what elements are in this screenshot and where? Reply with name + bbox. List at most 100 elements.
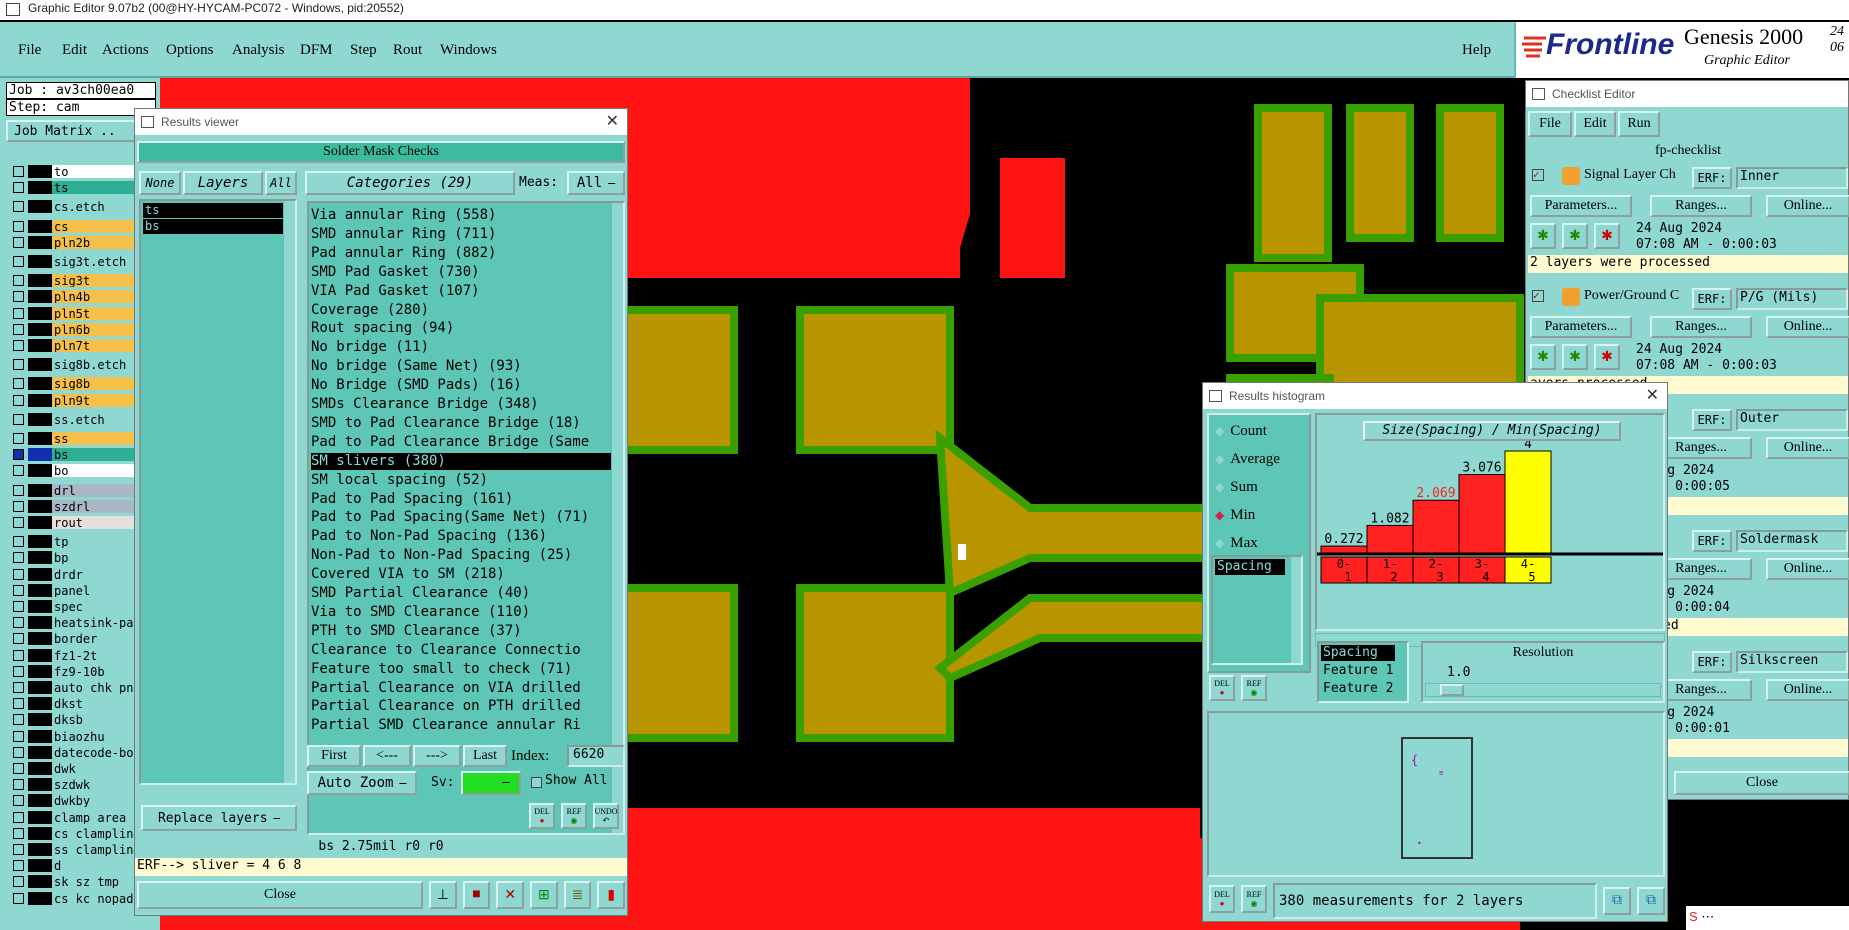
layer-affected-indicator[interactable]	[28, 393, 52, 407]
layer-row-sig8b[interactable]: sig8b	[8, 376, 136, 391]
layer-row-fz9-10b[interactable]: fz9-10b	[8, 664, 136, 679]
layer-row-sig3t[interactable]: sig3t	[8, 273, 136, 288]
close-icon[interactable]: ✕	[1646, 383, 1659, 409]
layer-affected-indicator[interactable]	[28, 891, 52, 905]
layer-affected-indicator[interactable]	[28, 200, 52, 214]
layer-checkbox[interactable]	[13, 860, 24, 872]
checklist-menu-file[interactable]: File	[1528, 111, 1572, 137]
online-button[interactable]: Online...	[1766, 195, 1849, 217]
stat-option-min[interactable]: ◆ Min	[1215, 505, 1255, 525]
ranges-button[interactable]: Ranges...	[1650, 195, 1752, 217]
layer-checkbox[interactable]	[13, 378, 24, 390]
layer-checkbox[interactable]	[13, 876, 24, 888]
layer-row-tp[interactable]: tp	[8, 534, 136, 549]
layer-affected-indicator[interactable]	[28, 255, 52, 268]
category-item[interactable]: Partial SMD Clearance annular Ri	[311, 717, 611, 734]
layer-checkbox[interactable]	[13, 795, 24, 807]
layer-checkbox[interactable]	[13, 763, 24, 774]
layer-affected-indicator[interactable]	[28, 681, 52, 694]
resolution-slider[interactable]	[1425, 683, 1661, 697]
layer-row-drdr[interactable]: drdr	[8, 567, 136, 582]
layer-affected-indicator[interactable]	[28, 358, 52, 372]
export-icon[interactable]: ⧉	[1603, 887, 1631, 915]
layer-row-pln6b[interactable]: pln6b	[8, 322, 136, 337]
radio-icon[interactable]: ◆	[1215, 480, 1224, 495]
job-matrix-button[interactable]: Job Matrix ..	[6, 120, 136, 142]
layer-affected-indicator[interactable]	[28, 235, 52, 249]
layer-checkbox[interactable]	[13, 536, 24, 548]
ranges-button[interactable]: Ranges...	[1650, 316, 1752, 338]
stop-icon[interactable]: ✱	[1594, 344, 1620, 370]
layer-affected-indicator[interactable]	[28, 535, 52, 549]
layer-checkbox[interactable]	[13, 811, 24, 823]
layer-affected-indicator[interactable]	[28, 274, 52, 288]
layer-checkbox[interactable]	[13, 201, 24, 213]
category-item[interactable]: SMDs Clearance Bridge (348)	[311, 396, 611, 413]
layer-affected-indicator[interactable]	[28, 697, 52, 711]
layer-row-sk-sz-tmp[interactable]: sk_sz_tmp	[8, 874, 136, 889]
layer-affected-indicator[interactable]	[28, 616, 52, 630]
hist-list-scrollbar[interactable]	[1291, 557, 1301, 663]
layer-checkbox[interactable]	[13, 568, 24, 580]
hist-list-item[interactable]: Spacing	[1215, 559, 1285, 575]
menu-step[interactable]: Step	[350, 42, 377, 59]
layer-affected-indicator[interactable]	[28, 745, 52, 759]
erf-value[interactable]: Inner	[1736, 167, 1848, 189]
layer-checkbox[interactable]	[13, 844, 24, 855]
category-item[interactable]: SMD to Pad Clearance Bridge (18)	[311, 415, 611, 432]
category-item[interactable]: Pad to Pad Clearance Bridge (Same	[311, 434, 611, 451]
layer-affected-indicator[interactable]	[28, 165, 52, 178]
layer-row-datecode-bo[interactable]: datecode-bo	[8, 745, 136, 760]
layer-row-pln9t[interactable]: pln9t	[8, 393, 136, 408]
category-item[interactable]: Via annular Ring (558)	[311, 207, 611, 224]
menu-actions[interactable]: Actions	[102, 42, 149, 59]
layer-checkbox[interactable]	[13, 449, 24, 461]
layer-row-sig8b-etch[interactable]: sig8b.etch	[8, 357, 136, 372]
layer-checkbox[interactable]	[13, 236, 24, 248]
layer-affected-indicator[interactable]	[28, 322, 52, 336]
last-button[interactable]: Last	[463, 745, 507, 767]
stat-option-count[interactable]: ◆ Count	[1215, 421, 1267, 441]
layer-checkbox[interactable]	[13, 746, 24, 758]
radio-icon[interactable]: ◆	[1215, 452, 1224, 467]
layer-row-d[interactable]: d	[8, 858, 136, 873]
slider-thumb[interactable]	[1440, 684, 1464, 696]
first-button[interactable]: First	[307, 745, 361, 767]
layer-row-cs[interactable]: cs	[8, 219, 136, 234]
layer-affected-indicator[interactable]	[28, 778, 52, 792]
layer-affected-indicator[interactable]	[28, 713, 52, 727]
layer-affected-indicator[interactable]	[28, 843, 52, 856]
category-item[interactable]: No bridge (Same Net) (93)	[311, 358, 611, 375]
histogram-icon[interactable]: ▮	[597, 881, 626, 909]
record-stop-icon[interactable]: ■	[462, 881, 491, 909]
layer-checkbox[interactable]	[13, 552, 24, 564]
menu-edit[interactable]: Edit	[62, 42, 87, 59]
layer-affected-indicator[interactable]	[28, 181, 52, 195]
layer-row-auto-chk-pn[interactable]: auto_chk_pn	[8, 680, 136, 695]
layer-row-cs-clampline[interactable]: cs_clampline	[8, 826, 136, 841]
layer-row-bo[interactable]: bo	[8, 463, 136, 478]
layer-row-drl[interactable]: drl	[8, 483, 136, 498]
menu-options[interactable]: Options	[166, 42, 214, 59]
online-button[interactable]: Online...	[1766, 316, 1849, 338]
undo-button[interactable]: UNDO ↶	[593, 803, 619, 829]
parameters-button[interactable]: Parameters...	[1530, 316, 1632, 338]
layer-row-pln4b[interactable]: pln4b	[8, 289, 136, 304]
none-button[interactable]: None	[139, 171, 181, 195]
feature2-item[interactable]: Feature 2	[1323, 681, 1393, 696]
category-item[interactable]: Pad to Pad Spacing(Same Net) (71)	[311, 509, 611, 526]
histogram-bar[interactable]	[1458, 474, 1506, 554]
menu-analysis[interactable]: Analysis	[232, 42, 285, 59]
layer-row-bs[interactable]: bs	[8, 447, 136, 462]
spacing-list-item[interactable]: Spacing	[1321, 645, 1395, 661]
layer-affected-indicator[interactable]	[28, 448, 52, 462]
ime-mode-icon[interactable]: ⋯	[1701, 909, 1714, 924]
erf-value[interactable]: Outer	[1736, 409, 1848, 431]
hist-del-button[interactable]: DEL ●	[1209, 675, 1235, 701]
close-icon[interactable]: ✕	[606, 109, 619, 135]
layer-affected-indicator[interactable]	[28, 762, 52, 775]
layer-checkbox[interactable]	[13, 682, 24, 693]
run-icon[interactable]: ✱	[1530, 344, 1556, 370]
layer-checkbox[interactable]	[13, 730, 24, 742]
layer-affected-indicator[interactable]	[28, 600, 52, 613]
